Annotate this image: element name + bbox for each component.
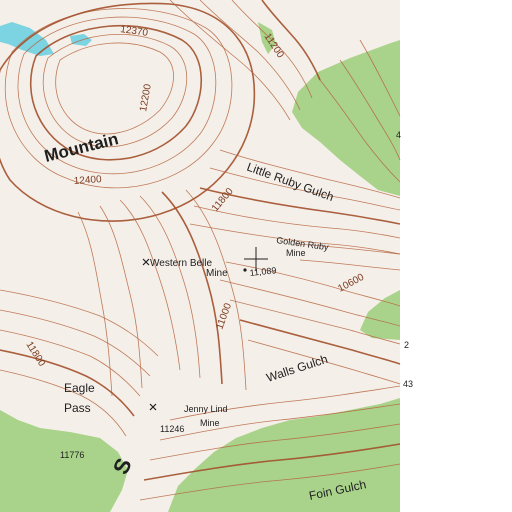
map-outside-area: [400, 0, 512, 512]
elevation-label: 12400: [73, 174, 102, 187]
label-jenny-lind: Jenny Lind: [184, 404, 228, 414]
label-jenny-lind-mine: Mine: [200, 418, 220, 428]
label-western-belle-mine: Mine: [206, 268, 228, 279]
label-elevation-11246: 11246: [160, 424, 184, 434]
label-western-belle: Western Belle: [150, 258, 213, 269]
topographic-map: Mountain Little Ruby Gulch Golden Ruby M…: [0, 0, 512, 512]
label-golden-ruby-mine: Mine: [286, 248, 306, 258]
margin-number-4: 4: [396, 130, 401, 140]
summit-dot: [243, 268, 247, 272]
label-eagle: Eagle: [64, 381, 95, 395]
margin-number-43: 43: [403, 379, 413, 389]
margin-number-2: 2: [404, 340, 409, 350]
label-pass: Pass: [64, 401, 91, 415]
label-elevation-11776: 11776: [60, 450, 84, 460]
